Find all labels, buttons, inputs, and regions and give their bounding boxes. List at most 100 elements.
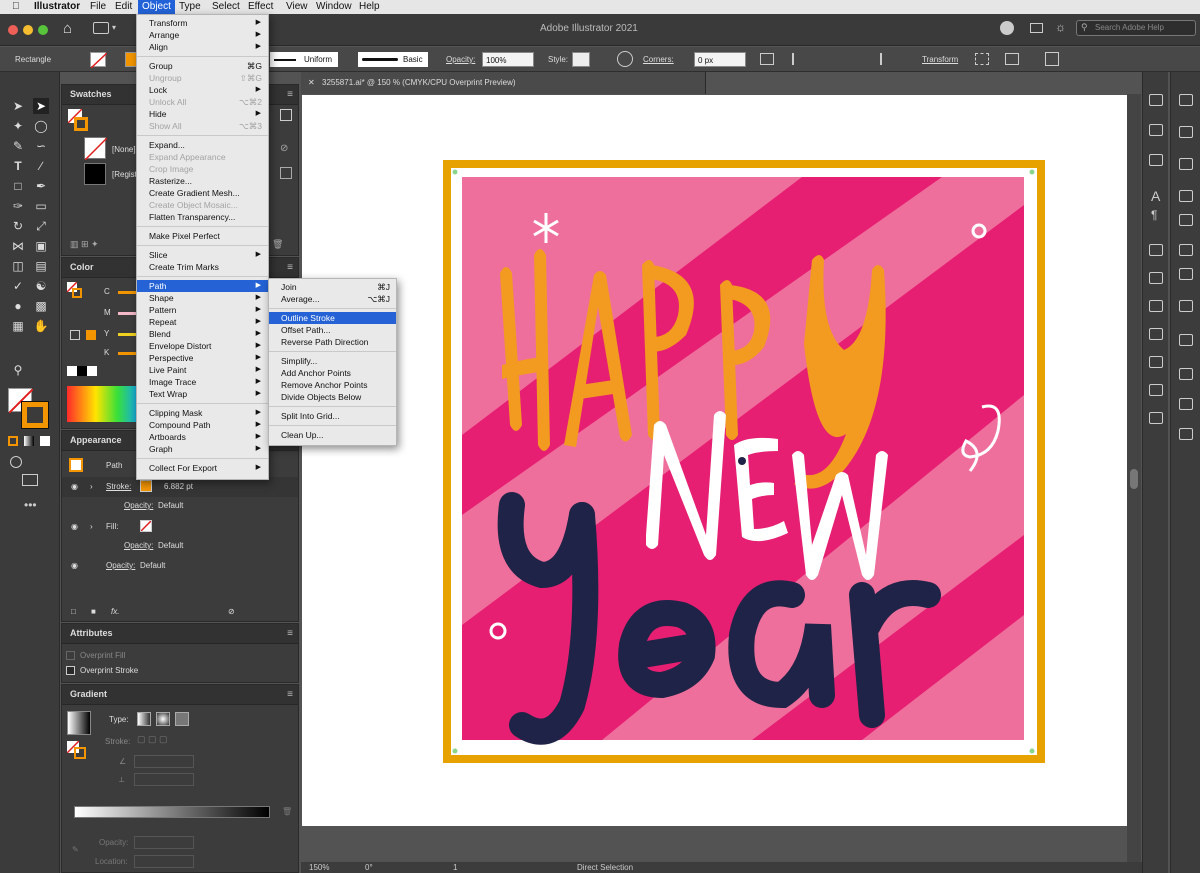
menu-item-align[interactable]: Align ▶ bbox=[137, 41, 268, 53]
delete-stop-icon[interactable]: 🗑 bbox=[282, 807, 292, 816]
freeform-gradient-button[interactable] bbox=[175, 712, 189, 726]
fill-row[interactable]: ◉ › Fill: bbox=[62, 517, 298, 537]
white-chip[interactable] bbox=[87, 366, 97, 376]
grid-view-icon[interactable] bbox=[280, 109, 292, 121]
menu-item-expand[interactable]: Expand... bbox=[137, 139, 268, 151]
screen-mode-icon[interactable] bbox=[22, 474, 38, 486]
opacity-input[interactable]: 100% bbox=[482, 52, 534, 67]
gradient-icon[interactable]: ▤ bbox=[33, 258, 49, 274]
none-mode-icon[interactable] bbox=[40, 436, 50, 446]
menu-item-outline-stroke[interactable]: Outline Stroke bbox=[269, 312, 396, 324]
brushes-icon[interactable] bbox=[1149, 412, 1163, 424]
menu-effect[interactable]: Effect bbox=[248, 1, 273, 12]
menu-item-split-into-grid[interactable]: Split Into Grid... bbox=[269, 410, 396, 422]
menu-select[interactable]: Select bbox=[212, 1, 240, 12]
corners-label[interactable]: Corners: bbox=[643, 52, 674, 67]
add-fill-icon[interactable]: ■ bbox=[91, 607, 96, 616]
menu-item-blend[interactable]: Blend ▶ bbox=[137, 328, 268, 340]
menu-item-compound-path[interactable]: Compound Path ▶ bbox=[137, 419, 268, 431]
chevron-down-icon[interactable]: ▾ bbox=[112, 23, 116, 32]
overprint-stroke-checkbox[interactable] bbox=[66, 666, 75, 675]
fill-none-swatch[interactable] bbox=[90, 52, 108, 69]
symbols-icon[interactable] bbox=[1149, 384, 1163, 396]
gradient-slider[interactable] bbox=[74, 806, 270, 818]
character-icon[interactable]: A bbox=[1151, 188, 1160, 204]
menu-object[interactable]: Object bbox=[138, 0, 175, 14]
panel-options-icon[interactable] bbox=[1045, 52, 1059, 66]
column-graph-icon[interactable]: ▩ bbox=[33, 298, 49, 314]
clear-appearance-icon[interactable]: ⊘ bbox=[228, 607, 235, 616]
shape-builder-icon[interactable]: ◫ bbox=[10, 258, 26, 274]
stroke-indicator[interactable] bbox=[21, 401, 49, 429]
menu-type[interactable]: Type bbox=[179, 1, 201, 12]
slider-k[interactable] bbox=[118, 352, 138, 355]
magic-wand-panel-icon[interactable] bbox=[1179, 368, 1193, 380]
brush-icon[interactable]: ✒ bbox=[33, 178, 49, 194]
stroke-gradient-buttons[interactable]: ▢ ▢ ▢ bbox=[137, 734, 189, 748]
brush-select[interactable]: Basic bbox=[358, 52, 428, 67]
curvature-icon[interactable]: ∽ bbox=[33, 138, 49, 154]
search-help-input[interactable]: ⚲ Search Adobe Help bbox=[1076, 20, 1196, 36]
libraries-icon[interactable] bbox=[1179, 126, 1193, 138]
layers-panel-icon[interactable] bbox=[1179, 158, 1193, 170]
artboards-icon[interactable] bbox=[1149, 154, 1163, 166]
navigator-icon[interactable] bbox=[1179, 268, 1193, 280]
menu-item-offset-path[interactable]: Offset Path... bbox=[269, 324, 396, 336]
zoom-level[interactable]: 150% bbox=[309, 863, 329, 872]
app-menu[interactable]: Illustrator bbox=[34, 1, 80, 12]
menu-item-make-pixel-perfect[interactable]: Make Pixel Perfect bbox=[137, 230, 268, 242]
eye-icon[interactable]: ◉ bbox=[71, 522, 78, 531]
direct-selection-icon[interactable]: ➤ bbox=[33, 98, 49, 114]
actions-icon[interactable] bbox=[1179, 190, 1193, 202]
style-swatch[interactable] bbox=[572, 52, 590, 67]
draw-mode-icon[interactable] bbox=[10, 456, 22, 468]
menu-item-clipping-mask[interactable]: Clipping Mask ▶ bbox=[137, 407, 268, 419]
artboard-icon[interactable]: ▦ bbox=[10, 318, 26, 334]
stroke-weight[interactable]: 6.882 pt bbox=[164, 482, 193, 491]
menu-item-arrange[interactable]: Arrange ▶ bbox=[137, 29, 268, 41]
registration-swatch[interactable] bbox=[84, 163, 106, 185]
menu-file[interactable]: File bbox=[90, 1, 106, 12]
shaper-icon[interactable]: ✑ bbox=[10, 198, 26, 214]
menu-help[interactable]: Help bbox=[359, 1, 380, 12]
align-panel-icon[interactable] bbox=[1179, 214, 1193, 226]
color-stroke-swatch[interactable] bbox=[72, 288, 82, 298]
swatch-stroke[interactable] bbox=[74, 117, 88, 131]
menu-item-image-trace[interactable]: Image Trace ▶ bbox=[137, 376, 268, 388]
none-chip[interactable] bbox=[67, 366, 77, 376]
eye-icon[interactable]: ◉ bbox=[71, 482, 78, 491]
apple-icon[interactable]:  bbox=[12, 1, 20, 12]
menu-item-add-anchor-points[interactable]: Add Anchor Points bbox=[269, 367, 396, 379]
stroke-row[interactable]: ◉ › Stroke: 6.882 pt bbox=[62, 477, 298, 497]
fill-label[interactable]: Fill: bbox=[106, 522, 118, 531]
transform-panel-icon[interactable] bbox=[1179, 244, 1193, 256]
menu-item-artboards[interactable]: Artboards ▶ bbox=[137, 431, 268, 443]
home-icon[interactable]: ⌂ bbox=[63, 20, 72, 37]
aspect-input[interactable] bbox=[134, 773, 194, 786]
zoom-icon[interactable]: ⚲ bbox=[10, 362, 26, 378]
image-trace-icon[interactable] bbox=[1179, 398, 1193, 410]
menu-item-group[interactable]: Group ⌘G bbox=[137, 60, 268, 72]
swatch-options-icon[interactable] bbox=[280, 167, 292, 179]
scroll-thumb[interactable] bbox=[1130, 469, 1138, 489]
more-tools-icon[interactable]: ••• bbox=[24, 498, 37, 512]
blend-icon[interactable]: ☯ bbox=[33, 278, 49, 294]
menu-item-path[interactable]: Path ▶ bbox=[137, 280, 268, 292]
selection-icon[interactable]: ➤ bbox=[10, 98, 26, 114]
radial-gradient-button[interactable] bbox=[156, 712, 170, 726]
stroke-label[interactable]: Stroke: bbox=[106, 482, 131, 491]
menu-item-hide[interactable]: Hide ▶ bbox=[137, 108, 268, 120]
rotate-icon[interactable]: ↻ bbox=[10, 218, 26, 234]
gradient-stroke-swatch[interactable] bbox=[74, 747, 86, 759]
gradient-location-input[interactable] bbox=[134, 855, 194, 868]
fill-opacity-label[interactable]: Opacity: bbox=[124, 541, 153, 550]
user-icon[interactable] bbox=[1000, 21, 1014, 35]
none-swatch[interactable] bbox=[84, 137, 108, 161]
graphic-styles-icon[interactable] bbox=[1149, 356, 1163, 368]
image-icon[interactable] bbox=[1179, 428, 1193, 440]
magic-wand-icon[interactable]: ✦ bbox=[10, 118, 26, 134]
shape-mode-icon[interactable] bbox=[1005, 53, 1019, 65]
menu-item-rasterize[interactable]: Rasterize... bbox=[137, 175, 268, 187]
menu-item-repeat[interactable]: Repeat ▶ bbox=[137, 316, 268, 328]
menu-item-collect-for-export[interactable]: Collect For Export ▶ bbox=[137, 462, 268, 474]
